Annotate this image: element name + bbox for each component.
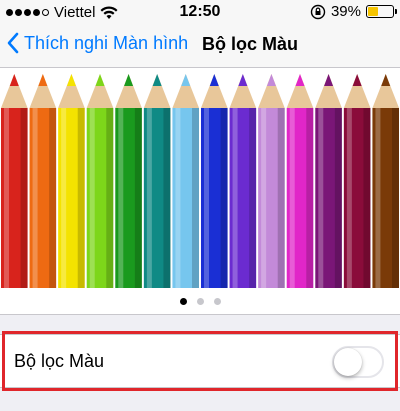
color-filter-preview-image[interactable] <box>0 68 400 288</box>
battery-level-fill <box>368 7 379 16</box>
pencil <box>315 74 342 288</box>
navigation-bar: Thích nghi Màn hình Bộ lọc Màu <box>0 24 400 68</box>
pencil <box>143 74 171 288</box>
toggle-knob <box>334 348 362 376</box>
pencil <box>286 74 314 288</box>
pencil <box>201 74 228 288</box>
pencil <box>115 74 142 288</box>
pencil <box>258 74 285 288</box>
color-filter-cell: Bộ lọc Màu <box>0 334 400 388</box>
page-dot[interactable] <box>179 297 187 305</box>
pencil <box>1 74 28 288</box>
chevron-left-icon <box>7 32 19 54</box>
back-button[interactable]: Thích nghi Màn hình <box>6 32 188 54</box>
status-right: 39% <box>310 3 397 20</box>
battery-percent: 39% <box>330 3 361 20</box>
pencil <box>58 74 85 288</box>
color-filter-toggle[interactable] <box>332 346 384 378</box>
colored-pencils-image <box>1 74 399 288</box>
pencil <box>343 74 371 288</box>
section-divider <box>0 314 400 315</box>
status-bar: Viettel 12:50 39% <box>0 0 400 24</box>
back-button-label: Thích nghi Màn hình <box>24 32 189 53</box>
page-dot[interactable] <box>213 297 221 305</box>
page-control[interactable] <box>0 288 400 314</box>
pencil <box>29 74 57 288</box>
color-filter-label: Bộ lọc Màu <box>14 351 105 371</box>
page-title: Bộ lọc Màu <box>202 34 299 54</box>
battery-icon <box>366 5 397 18</box>
rotation-lock-icon <box>310 4 326 19</box>
pencil <box>372 74 399 288</box>
pencil <box>229 74 257 288</box>
pencil <box>86 74 114 288</box>
pencil <box>172 74 199 288</box>
page-dot[interactable] <box>196 297 204 305</box>
